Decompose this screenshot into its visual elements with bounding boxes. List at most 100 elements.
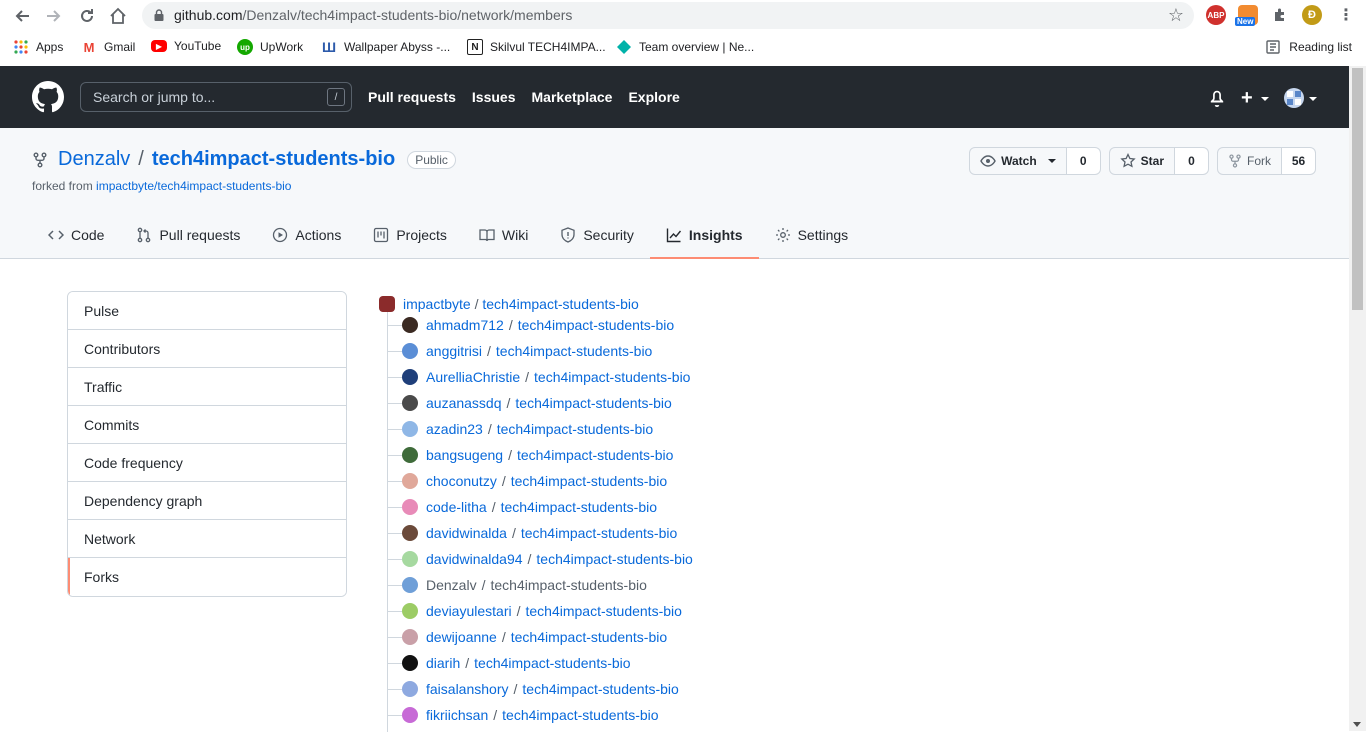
sidebar-item-dependency-graph[interactable]: Dependency graph: [68, 482, 346, 520]
fork-owner-link[interactable]: davidwinalda: [426, 525, 507, 541]
fork-count[interactable]: 56: [1282, 147, 1316, 175]
reload-icon[interactable]: [76, 5, 98, 27]
avatar[interactable]: [402, 447, 418, 463]
fork-repo-link[interactable]: tech4impact-students-bio: [496, 343, 652, 359]
sidebar-item-pulse[interactable]: Pulse: [68, 292, 346, 330]
nav-pull-requests[interactable]: Pull requests: [368, 89, 456, 105]
star-count[interactable]: 0: [1175, 147, 1209, 175]
star-button[interactable]: Star: [1108, 147, 1175, 175]
reading-list-button[interactable]: Reading list: [1265, 39, 1352, 55]
sidebar-item-contributors[interactable]: Contributors: [68, 330, 346, 368]
fork-owner-link[interactable]: bangsugeng: [426, 447, 503, 463]
fork-repo-link[interactable]: tech4impact-students-bio: [518, 317, 674, 333]
forked-from-link[interactable]: impactbyte/tech4impact-students-bio: [96, 179, 291, 193]
avatar[interactable]: [402, 655, 418, 671]
fork-owner-link[interactable]: auzanassdq: [426, 395, 502, 411]
fork-owner-link[interactable]: choconutzy: [426, 473, 497, 489]
avatar[interactable]: [402, 681, 418, 697]
fork-repo-link[interactable]: tech4impact-students-bio: [502, 707, 658, 723]
fork-owner-link[interactable]: deviayulestari: [426, 603, 512, 619]
repo-name-link[interactable]: tech4impact-students-bio: [152, 148, 395, 171]
bookmark-apps[interactable]: Apps: [13, 39, 63, 55]
avatar[interactable]: [402, 603, 418, 619]
fork-owner-link[interactable]: dewijoanne: [426, 629, 497, 645]
tab-pull-requests[interactable]: Pull requests: [120, 212, 256, 258]
tab-wiki[interactable]: Wiki: [463, 212, 544, 258]
fork-repo-link[interactable]: tech4impact-students-bio: [536, 551, 692, 567]
back-arrow-icon[interactable]: [11, 5, 33, 27]
bookmark-star-icon[interactable]: ☆: [1168, 6, 1184, 24]
page-scrollbar[interactable]: [1349, 66, 1366, 731]
nav-explore[interactable]: Explore: [628, 89, 679, 105]
search-input[interactable]: Search or jump to... /: [80, 82, 352, 112]
kebab-menu-icon[interactable]: ⋮: [1336, 5, 1356, 25]
sidebar-item-code-frequency[interactable]: Code frequency: [68, 444, 346, 482]
avatar[interactable]: [402, 629, 418, 645]
fork-owner-link[interactable]: diarih: [426, 655, 460, 671]
notifications-bell-icon[interactable]: [1208, 89, 1226, 112]
fork-owner-link[interactable]: code-litha: [426, 499, 487, 515]
fork-repo-link[interactable]: tech4impact-students-bio: [511, 473, 667, 489]
avatar[interactable]: [402, 421, 418, 437]
watch-button[interactable]: Watch: [969, 147, 1067, 175]
avatar[interactable]: [402, 707, 418, 723]
avatar[interactable]: [402, 525, 418, 541]
avatar[interactable]: [402, 551, 418, 567]
extension-new-icon[interactable]: New: [1235, 5, 1258, 26]
tab-actions[interactable]: Actions: [256, 212, 357, 258]
user-menu-caret-icon[interactable]: [1309, 97, 1317, 101]
avatar[interactable]: [379, 296, 395, 312]
watch-count[interactable]: 0: [1066, 147, 1101, 175]
scroll-down-arrow-icon[interactable]: [1353, 722, 1361, 727]
fork-owner-link[interactable]: davidwinalda94: [426, 551, 523, 567]
tab-projects[interactable]: Projects: [357, 212, 463, 258]
root-owner-link[interactable]: impactbyte: [403, 296, 471, 312]
scrollbar-thumb[interactable]: [1352, 68, 1363, 310]
fork-owner-link[interactable]: fikriichsan: [426, 707, 488, 723]
fork-repo-link[interactable]: tech4impact-students-bio: [517, 447, 673, 463]
root-repo-link[interactable]: tech4impact-students-bio: [482, 296, 638, 312]
bookmark-wallpaper-abyss[interactable]: Ш Wallpaper Abyss -...: [321, 39, 450, 55]
tab-code[interactable]: Code: [32, 212, 120, 258]
nav-issues[interactable]: Issues: [472, 89, 516, 105]
bookmark-skilvul[interactable]: N Skilvul TECH4IMPA...: [467, 39, 606, 55]
avatar[interactable]: [402, 577, 418, 593]
fork-owner-link[interactable]: AurelliaChristie: [426, 369, 520, 385]
fork-repo-link[interactable]: tech4impact-students-bio: [490, 577, 646, 593]
address-bar[interactable]: github.com/Denzalv/tech4impact-students-…: [142, 2, 1194, 29]
fork-owner-link[interactable]: ahmadm712: [426, 317, 504, 333]
avatar[interactable]: [402, 369, 418, 385]
fork-repo-link[interactable]: tech4impact-students-bio: [515, 395, 671, 411]
sidebar-item-forks[interactable]: Forks: [68, 558, 346, 596]
nav-marketplace[interactable]: Marketplace: [532, 89, 613, 105]
tab-insights[interactable]: Insights: [649, 212, 759, 259]
github-logo-icon[interactable]: [32, 81, 64, 113]
fork-repo-link[interactable]: tech4impact-students-bio: [497, 421, 653, 437]
fork-repo-link[interactable]: tech4impact-students-bio: [521, 525, 677, 541]
sidebar-item-traffic[interactable]: Traffic: [68, 368, 346, 406]
tab-settings[interactable]: Settings: [759, 212, 865, 258]
fork-repo-link[interactable]: tech4impact-students-bio: [534, 369, 690, 385]
address-url[interactable]: github.com/Denzalv/tech4impact-students-…: [174, 7, 572, 23]
fork-repo-link[interactable]: tech4impact-students-bio: [501, 499, 657, 515]
avatar[interactable]: [402, 343, 418, 359]
fork-repo-link[interactable]: tech4impact-students-bio: [522, 681, 678, 697]
fork-repo-link[interactable]: tech4impact-students-bio: [474, 655, 630, 671]
fork-owner-link[interactable]: anggitrisi: [426, 343, 482, 359]
sidebar-item-commits[interactable]: Commits: [68, 406, 346, 444]
forward-arrow-icon[interactable]: [43, 5, 65, 27]
repo-owner-link[interactable]: Denzalv: [58, 148, 130, 171]
tab-security[interactable]: Security: [544, 212, 650, 258]
avatar[interactable]: [402, 473, 418, 489]
fork-owner-link[interactable]: azadin23: [426, 421, 483, 437]
fork-button[interactable]: Fork: [1217, 147, 1282, 175]
bookmark-gmail[interactable]: M Gmail: [81, 39, 136, 55]
create-new-plus-icon[interactable]: +: [1241, 88, 1253, 108]
avatar[interactable]: [402, 395, 418, 411]
bookmark-upwork[interactable]: up UpWork: [237, 39, 303, 55]
user-avatar[interactable]: [1284, 88, 1304, 108]
home-icon[interactable]: [107, 5, 129, 27]
avatar[interactable]: [402, 499, 418, 515]
profile-d-icon[interactable]: Ð: [1302, 5, 1322, 25]
bookmark-youtube[interactable]: ▶ YouTube: [151, 39, 221, 53]
